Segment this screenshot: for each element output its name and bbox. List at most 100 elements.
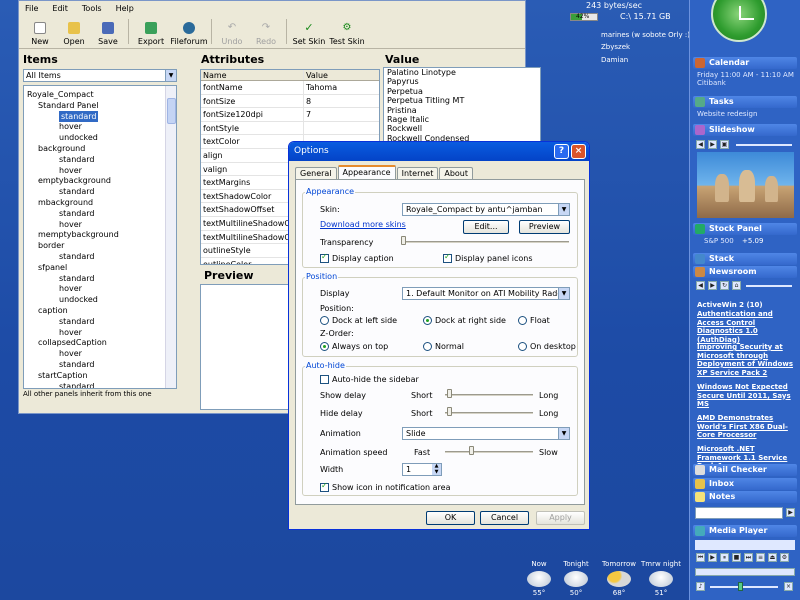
font-option[interactable]: Papyrus	[384, 77, 540, 86]
tab-appearance[interactable]: Appearance	[337, 165, 396, 180]
volume-track[interactable]	[710, 586, 778, 588]
animation-speed-slider[interactable]	[469, 446, 475, 455]
export-button[interactable]: Export	[132, 15, 170, 48]
attribute-row[interactable]: fontSize 8	[201, 94, 379, 109]
news-item[interactable]: Improving Security at Microsoft through …	[697, 343, 797, 377]
tree-leaf[interactable]: standard	[59, 316, 94, 327]
tree-node[interactable]: caption	[38, 305, 68, 316]
previous-icon[interactable]: ◀	[696, 281, 705, 290]
chevron-down-icon[interactable]: ▼	[558, 288, 569, 299]
mute-icon[interactable]: ×	[784, 582, 793, 591]
column-header-name[interactable]: Name	[201, 70, 304, 80]
items-filter-select[interactable]: All Items ▼	[23, 69, 177, 82]
previous-track-icon[interactable]: ⏮	[696, 553, 705, 562]
media-seek-bar[interactable]	[695, 540, 795, 550]
font-option[interactable]: Perpetua	[384, 87, 540, 96]
scroll-thumb[interactable]	[167, 98, 176, 124]
stock-symbol[interactable]: S&P 500	[704, 237, 734, 245]
close-icon[interactable]: ×	[571, 144, 586, 159]
tree-node[interactable]: Standard Panel	[38, 100, 99, 111]
font-option[interactable]: Pristina	[384, 106, 540, 115]
show-icon-checkbox[interactable]	[320, 481, 329, 492]
attribute-row[interactable]: fontSize120dpi 7	[201, 108, 379, 122]
show-delay-slider[interactable]	[447, 389, 453, 398]
open-button[interactable]: Open	[57, 15, 91, 48]
skin-select[interactable]: Royale_Compact by antu^jamban ▼	[402, 203, 570, 216]
fileforum-button[interactable]: Fileforum	[170, 15, 208, 48]
set-skin-button[interactable]: ✓ Set Skin	[290, 15, 328, 48]
menu-tools[interactable]: Tools	[82, 4, 102, 13]
on-desktop-radio[interactable]	[518, 342, 527, 351]
news-item[interactable]: AMD Demonstrates World's First X86 Dual-…	[697, 414, 797, 440]
notes-input[interactable]	[695, 507, 783, 519]
tree-node[interactable]: mbackground	[38, 197, 93, 208]
normal-radio[interactable]	[423, 342, 432, 351]
next-track-icon[interactable]: ⏭	[744, 553, 753, 562]
attribute-value[interactable]	[304, 122, 369, 135]
autohide-checkbox[interactable]	[320, 375, 329, 384]
slideshow-progress[interactable]	[736, 144, 792, 146]
menu-edit[interactable]: Edit	[52, 4, 68, 13]
chevron-down-icon[interactable]: ▼	[558, 428, 569, 439]
attribute-value[interactable]: Tahoma	[304, 81, 369, 94]
volume-slider[interactable]	[738, 582, 743, 591]
column-header-value[interactable]: Value	[304, 70, 369, 80]
tree-leaf[interactable]: standard	[59, 251, 94, 262]
newsroom-panel-header[interactable]: Newsroom	[693, 266, 797, 278]
ok-button[interactable]: OK	[426, 511, 475, 525]
chevron-down-icon[interactable]: ▼	[165, 70, 176, 81]
stack-panel-header[interactable]: Stack	[693, 253, 797, 265]
tree-scrollbar[interactable]	[165, 86, 176, 388]
redo-button[interactable]: ↷ Redo	[249, 15, 283, 48]
pause-icon[interactable]: ⏸	[720, 553, 729, 562]
play-icon[interactable]: ▶	[708, 553, 717, 562]
news-item[interactable]: Windows Not Expected Secure Until 2011, …	[697, 383, 797, 409]
edit-button[interactable]: Edit...	[463, 220, 509, 234]
tree-leaf[interactable]: standard	[59, 154, 94, 165]
transparency-track[interactable]	[403, 241, 569, 243]
tree-leaf[interactable]: standard	[59, 186, 94, 197]
tree-leaf[interactable]: undocked	[59, 294, 98, 305]
tree-root[interactable]: Royale_Compact	[27, 89, 94, 100]
tree-leaf[interactable]: hover	[59, 165, 82, 176]
copy-icon[interactable]: ▣	[720, 140, 729, 149]
contact-1[interactable]: marines (w sobote Orly :)	[601, 31, 690, 39]
new-button[interactable]: New	[23, 15, 57, 48]
menu-help[interactable]: Help	[116, 4, 134, 13]
hide-delay-slider[interactable]	[447, 407, 453, 416]
attribute-value[interactable]: 7	[304, 108, 369, 121]
chevron-down-icon[interactable]: ▼	[558, 204, 569, 215]
tree-leaf[interactable]: hover	[59, 219, 82, 230]
mail-checker-panel-header[interactable]: Mail Checker	[693, 464, 797, 476]
items-tree[interactable]: Royale_Compact Standard Panel standard hove…	[23, 85, 177, 389]
tree-node[interactable]: emptybackground	[38, 175, 111, 186]
animation-speed-track[interactable]	[445, 451, 533, 453]
font-option[interactable]: Rage Italic	[384, 115, 540, 124]
previous-icon[interactable]: ◀	[696, 140, 705, 149]
volume-icon[interactable]: ♪	[696, 582, 705, 591]
help-icon[interactable]: ?	[554, 144, 569, 159]
hide-delay-track[interactable]	[445, 412, 533, 414]
transparency-slider[interactable]	[401, 236, 406, 245]
preview-button[interactable]: Preview	[519, 220, 570, 234]
dialog-title-bar[interactable]: Options ? ×	[289, 142, 589, 161]
tree-leaf[interactable]: standard	[59, 208, 94, 219]
undo-button[interactable]: ↶ Undo	[215, 15, 249, 48]
media-player-panel-header[interactable]: Media Player	[693, 525, 797, 537]
contact-3[interactable]: Damian	[601, 56, 628, 64]
tree-leaf[interactable]: hover	[59, 121, 82, 132]
tree-leaf[interactable]: standard	[59, 381, 94, 388]
float-radio[interactable]	[518, 316, 527, 325]
font-option[interactable]: Rockwell	[384, 124, 540, 133]
spin-down-icon[interactable]: ▼	[432, 469, 441, 475]
cancel-button[interactable]: Cancel	[480, 511, 529, 525]
contact-2[interactable]: Zbyszek	[601, 43, 630, 51]
news-scroll-track[interactable]	[746, 285, 792, 287]
tree-leaf[interactable]: standard	[59, 273, 94, 284]
tree-leaf[interactable]: standard	[59, 110, 99, 122]
save-button[interactable]: Save	[91, 15, 125, 48]
stop-icon[interactable]: ■	[732, 553, 741, 562]
menu-file[interactable]: File	[25, 4, 38, 13]
display-select[interactable]: 1. Default Monitor on ATI Mobility Radeo…	[402, 287, 570, 300]
tree-leaf[interactable]: standard	[59, 359, 94, 370]
